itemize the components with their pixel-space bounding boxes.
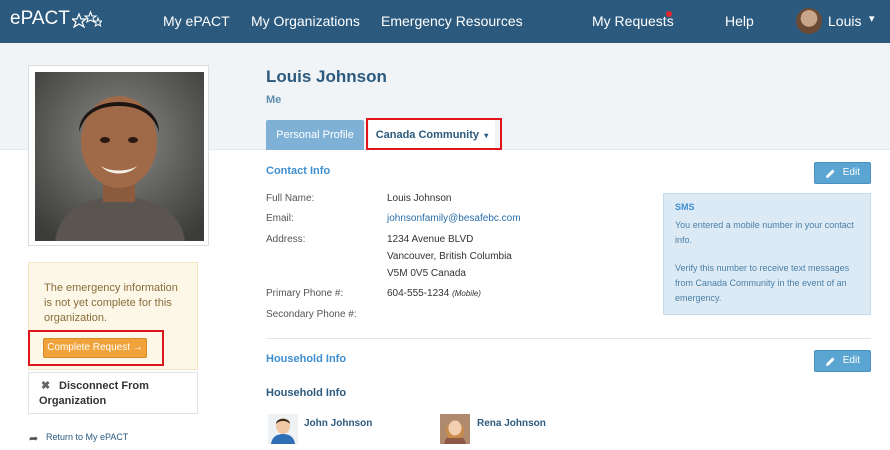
epact-logo[interactable]: ePACT xyxy=(10,8,102,30)
email-value[interactable]: johnsonfamily@besafebc.com xyxy=(387,213,521,224)
nav-link-my-requests[interactable]: My Requests xyxy=(592,13,674,29)
household-info-section-title: Household Info xyxy=(266,353,347,365)
edit-household-button[interactable]: Edit xyxy=(814,350,871,372)
pencil-icon xyxy=(826,357,835,366)
top-navigation-bar: ePACT My ePACT My Organizations Emergenc… xyxy=(0,0,890,43)
nav-link-emergency-resources[interactable]: Emergency Resources xyxy=(381,13,523,29)
primary-phone-number: 604-555-1234 xyxy=(387,288,450,299)
edit-household-label: Edit xyxy=(842,355,860,366)
pencil-icon xyxy=(826,169,835,178)
tab-personal-profile[interactable]: Personal Profile xyxy=(266,120,364,150)
nav-link-help[interactable]: Help xyxy=(725,13,754,29)
brand-name: ePACT xyxy=(10,8,70,29)
sms-text-entered: You entered a mobile number in your cont… xyxy=(675,220,854,245)
notification-badge xyxy=(666,11,672,17)
user-avatar[interactable] xyxy=(796,8,822,34)
primary-phone-value: 604-555-1234 (Mobile) xyxy=(387,288,481,299)
profile-relation: Me xyxy=(266,94,282,106)
profile-photo xyxy=(28,65,209,246)
member-name-john[interactable]: John Johnson xyxy=(304,418,372,429)
disconnect-label: Disconnect From Organization xyxy=(39,380,149,407)
edit-contact-button[interactable]: Edit xyxy=(814,162,871,184)
sms-title: SMS xyxy=(675,202,695,212)
household-info-header: Household Info xyxy=(266,387,347,399)
contact-info-title: Contact Info xyxy=(266,165,331,177)
address-line-1: 1234 Avenue BLVD xyxy=(387,234,474,245)
profile-name: Louis Johnson xyxy=(266,67,387,86)
user-menu-name[interactable]: Louis xyxy=(828,13,861,29)
secondary-phone-label: Secondary Phone #: xyxy=(266,309,357,320)
disconnect-organization-button[interactable]: ✖ Disconnect From Organization xyxy=(28,372,198,414)
nav-link-my-organizations[interactable]: My Organizations xyxy=(251,13,360,29)
complete-request-highlight xyxy=(28,330,164,366)
address-line-2: Vancouver, British Columbia xyxy=(387,251,512,262)
primary-phone-label: Primary Phone #: xyxy=(266,288,344,299)
section-divider xyxy=(266,338,871,339)
address-line-3: V5M 0V5 Canada xyxy=(387,268,466,279)
email-label: Email: xyxy=(266,213,294,224)
profile-photo-image xyxy=(35,72,204,241)
primary-phone-type: (Mobile) xyxy=(452,289,481,298)
full-name-label: Full Name: xyxy=(266,193,315,204)
return-arrow-icon: ➦ xyxy=(29,433,39,445)
member-avatar-rena[interactable] xyxy=(440,414,470,444)
nav-link-my-epact[interactable]: My ePACT xyxy=(163,13,230,29)
return-to-epact-link[interactable]: Return to My ePACT xyxy=(46,432,128,442)
full-name-value: Louis Johnson xyxy=(387,193,452,204)
stars-logo-icon xyxy=(71,10,102,28)
member-avatar-john[interactable] xyxy=(268,414,298,444)
member-name-rena[interactable]: Rena Johnson xyxy=(477,418,546,429)
caret-down-icon[interactable]: ▾ xyxy=(869,12,875,25)
sms-text-verify: Verify this number to receive text messa… xyxy=(675,263,850,303)
address-label: Address: xyxy=(266,234,306,245)
community-tab-highlight xyxy=(366,118,502,150)
edit-contact-label: Edit xyxy=(842,167,860,178)
sms-info-panel: SMS You entered a mobile number in your … xyxy=(663,193,871,315)
incomplete-info-text: The emergency information is not yet com… xyxy=(44,282,178,324)
